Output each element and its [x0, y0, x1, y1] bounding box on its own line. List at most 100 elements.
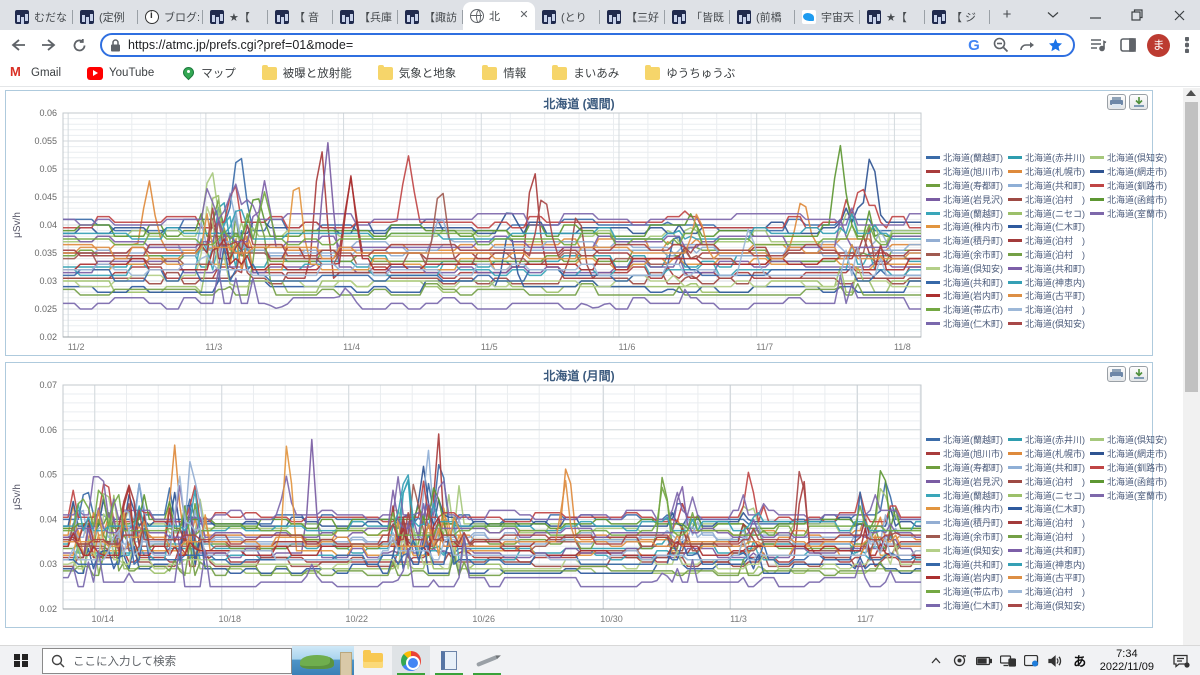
legend-swatch [926, 211, 940, 215]
google-icon[interactable]: G [964, 35, 984, 55]
legend-label: 北海道(泊村 ) [1025, 194, 1085, 205]
restore-button[interactable] [1116, 0, 1158, 30]
print-chart-button[interactable] [1107, 366, 1126, 382]
ime-indicator[interactable]: あ [1068, 646, 1092, 675]
browser-tab-12[interactable]: 宇宙天 [795, 4, 860, 30]
search-icon [51, 654, 65, 667]
media-controls-icon[interactable] [1085, 32, 1111, 58]
legend-label: 北海道(岩内町) [943, 573, 1003, 584]
legend-row: 北海道(岩内町) 北海道(古平町) [926, 571, 1148, 585]
browser-tab-6[interactable]: 【諏訪 [398, 4, 463, 30]
taskbar-clock[interactable]: 7:34 2022/11/09 [1092, 648, 1162, 674]
legend-item: 北海道(古平町) [1008, 571, 1085, 584]
pen-app-button[interactable] [468, 646, 506, 675]
legend-item: 北海道(札幌市) [1008, 447, 1085, 460]
legend-item: 北海道(蘭越町) [926, 151, 1003, 164]
legend-swatch [1008, 211, 1022, 215]
tablet-notification-icon[interactable] [1020, 646, 1044, 675]
bookmark-6[interactable]: まいあみ [552, 64, 619, 81]
bookmark-7[interactable]: ゆうちゅうぶ [645, 64, 735, 81]
bookmark-star-icon[interactable] [1045, 35, 1065, 55]
action-center-button[interactable] [1162, 646, 1200, 675]
weekly-chart-canvas: 0.06 0.055 0.05 0.045 0.04 0.035 0.03 0.025 0.02… [12, 108, 922, 352]
bookmark-0[interactable]: Gmail [10, 64, 62, 80]
download-chart-button[interactable] [1129, 366, 1148, 382]
file-explorer-button[interactable] [354, 646, 392, 675]
tab-label: (前橋 [756, 12, 782, 24]
scrollbar-up-arrow[interactable] [1186, 90, 1196, 96]
page-scrollbar[interactable] [1183, 88, 1200, 645]
onedrive-status-icon[interactable] [948, 646, 972, 675]
print-chart-button[interactable] [1107, 94, 1126, 110]
taskbar-search-box[interactable]: ここに入力して検索 [42, 647, 292, 674]
legend-swatch [1008, 183, 1022, 187]
tab-search-chevron-icon[interactable] [1032, 0, 1074, 30]
network-icon[interactable] [996, 646, 1020, 675]
widgets-thumbnail[interactable] [292, 645, 354, 675]
y-tick-label: 0.02 [39, 604, 57, 614]
browser-tab-1[interactable]: (定例 [73, 4, 138, 30]
bookmark-2[interactable]: マップ [180, 65, 236, 81]
legend-row: 北海道(共和町) 北海道(神恵内) [926, 275, 1148, 289]
legend-row: 北海道(帯広市) 北海道(泊村 ) [926, 303, 1148, 317]
site-favicon-icon [210, 10, 224, 24]
series-line [63, 144, 921, 237]
browser-tab-10[interactable]: 「皆既 [665, 4, 730, 30]
browser-tab-0[interactable]: むだな [8, 4, 73, 30]
browser-tab-7[interactable]: 北 ✕ [463, 2, 535, 30]
legend-item: 北海道(蘭越町) [926, 489, 1003, 502]
profile-avatar[interactable]: ま [1147, 33, 1171, 57]
back-button[interactable] [6, 32, 31, 58]
browser-tab-strip: むだな(定例ブログ:★【【 音【兵庫【諏訪北✕(とり【三好「皆既(前橋宇宙天★【… [0, 0, 1200, 30]
volume-icon[interactable] [1044, 646, 1068, 675]
browser-tab-11[interactable]: (前橋 [730, 4, 795, 30]
browser-tab-9[interactable]: 【三好 [600, 4, 665, 30]
legend-item: 北海道(釧路市) [1090, 179, 1167, 192]
browser-tab-8[interactable]: (とり [535, 4, 600, 30]
browser-tab-2[interactable]: ブログ: [138, 4, 203, 30]
legend-swatch [926, 239, 940, 243]
bookmark-5[interactable]: 情報 [482, 64, 526, 81]
bookmark-label: Gmail [31, 67, 62, 79]
close-window-button[interactable] [1158, 0, 1200, 30]
legend-label: 北海道(余市町) [943, 531, 1003, 542]
start-button[interactable] [0, 646, 42, 675]
browser-tab-14[interactable]: 【 ジ [925, 4, 990, 30]
battery-icon[interactable] [972, 646, 996, 675]
browser-menu-icon[interactable] [1174, 32, 1200, 58]
tab-close-icon[interactable]: ✕ [517, 9, 531, 23]
y-tick-label: 0.03 [39, 559, 57, 569]
share-icon[interactable] [1018, 35, 1038, 55]
bookmark-1[interactable]: YouTube [87, 66, 154, 80]
bookmark-3[interactable]: 被曝と放射能 [261, 64, 352, 81]
site-favicon-icon [672, 10, 686, 24]
forward-button[interactable] [37, 32, 62, 58]
legend-item: 北海道(余市町) [926, 248, 1003, 261]
address-bar[interactable]: https://atmc.jp/prefs.cgi?pref=01&mode= … [100, 33, 1076, 57]
browser-tab-3[interactable]: ★【 [203, 4, 268, 30]
legend-item: 北海道(稚内市) [926, 502, 1003, 515]
legend-swatch [926, 603, 940, 607]
download-chart-button[interactable] [1129, 94, 1148, 110]
hidden-icons-chevron[interactable] [924, 646, 948, 675]
scrollbar-thumb[interactable] [1185, 102, 1198, 392]
legend-swatch [926, 156, 940, 160]
reload-button[interactable] [67, 32, 92, 58]
browser-tab-13[interactable]: ★【 [860, 4, 925, 30]
minimize-button[interactable] [1074, 0, 1116, 30]
chrome-button[interactable] [392, 645, 430, 675]
zoom-indicator-icon[interactable] [991, 35, 1011, 55]
side-panel-icon[interactable] [1115, 32, 1141, 58]
browser-tab-4[interactable]: 【 音 [268, 4, 333, 30]
bookmark-4[interactable]: 気象と地象 [377, 64, 457, 81]
browser-tab-5[interactable]: 【兵庫 [333, 4, 398, 30]
legend-swatch [926, 562, 940, 566]
notepad-button[interactable] [430, 646, 468, 675]
new-tab-button[interactable]: + [994, 2, 1020, 28]
legend-label: 北海道(倶知安) [943, 263, 1003, 274]
tab-label: 【兵庫 [359, 12, 392, 24]
legend-swatch [926, 438, 940, 442]
bookmark-label: 気象と地象 [398, 68, 457, 80]
legend-item: 北海道(共和町) [926, 558, 1003, 571]
tab-label: 【 音 [294, 12, 320, 24]
